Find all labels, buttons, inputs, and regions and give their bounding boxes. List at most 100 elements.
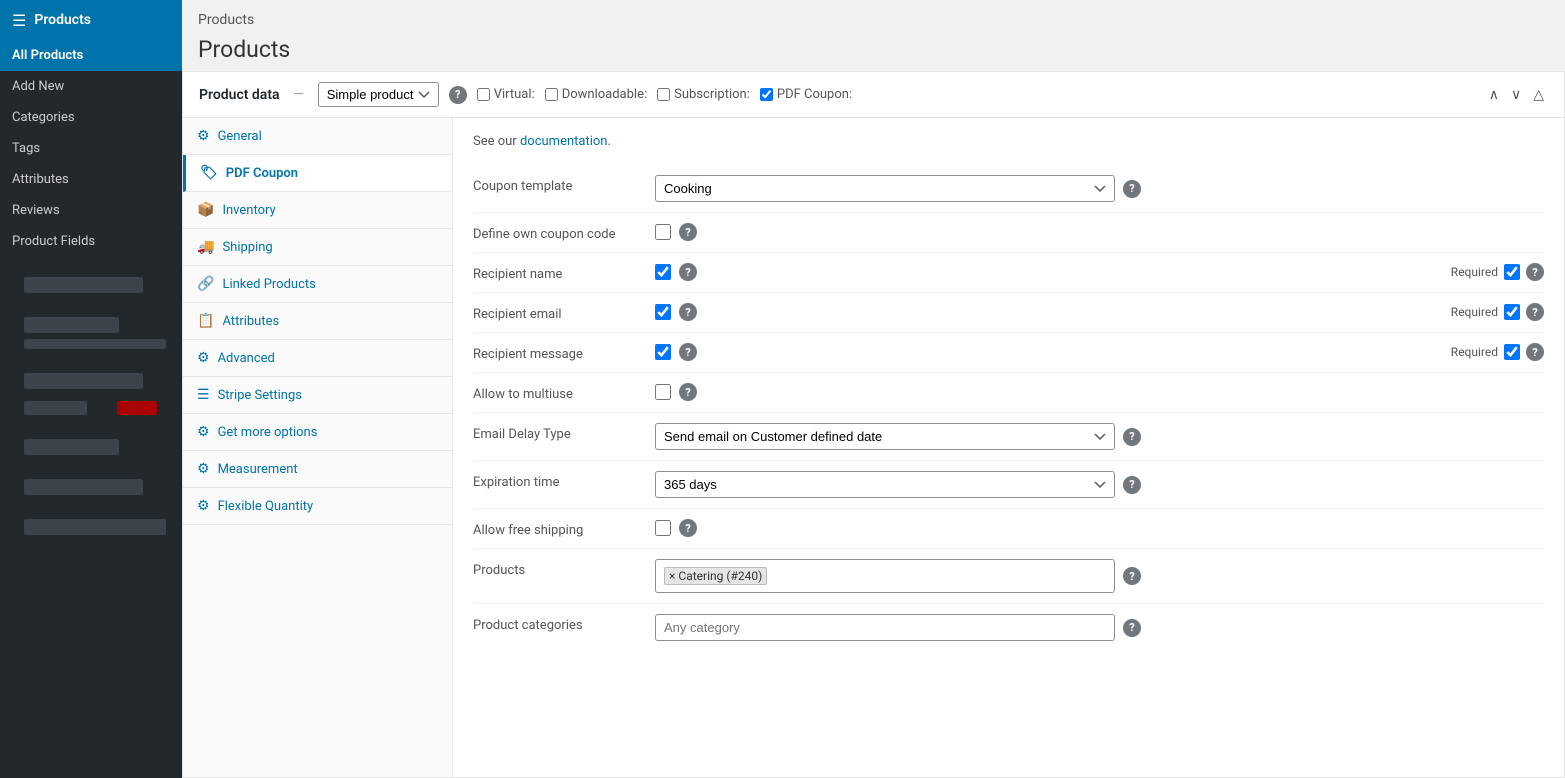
page-title: Products <box>198 32 1549 71</box>
email-delay-type-help-icon[interactable]: ? <box>1123 428 1141 446</box>
linked-products-icon: 🔗 <box>197 276 214 292</box>
sidebar-header: ☰ Products <box>0 0 182 40</box>
documentation-link[interactable]: documentation <box>520 134 608 149</box>
arrow-down-button[interactable]: ∨ <box>1507 84 1525 105</box>
recipient-email-checkbox[interactable] <box>655 304 671 320</box>
recipient-name-required-group: Required ? <box>1451 263 1544 281</box>
advanced-icon: ⚙ <box>197 350 210 366</box>
define-own-coupon-code-help-icon[interactable]: ? <box>679 223 697 241</box>
allow-multiuse-checkbox[interactable] <box>655 384 671 400</box>
allow-free-shipping-control: ? <box>655 519 1544 537</box>
recipient-email-help-icon[interactable]: ? <box>679 303 697 321</box>
product-categories-input[interactable] <box>655 614 1115 641</box>
define-own-coupon-code-control: ? <box>655 223 1544 241</box>
product-type-help-icon[interactable]: ? <box>449 86 467 104</box>
define-own-coupon-code-row: Define own coupon code ? <box>473 213 1544 253</box>
tab-shipping[interactable]: 🚚 Shipping <box>183 229 452 266</box>
pdf-coupon-label[interactable]: PDF Coupon: <box>760 87 852 102</box>
catering-tag: × Catering (#240) <box>664 567 767 585</box>
sidebar-item-reviews[interactable]: Reviews <box>0 195 182 226</box>
measurement-icon: ⚙ <box>197 461 210 477</box>
expiration-time-help-icon[interactable]: ? <box>1123 476 1141 494</box>
general-icon: ⚙ <box>197 128 210 144</box>
sidebar-placeholder-2 <box>0 305 182 361</box>
subscription-checkbox[interactable] <box>657 88 670 101</box>
sidebar-header-title: Products <box>34 12 91 28</box>
pdf-coupon-checkbox[interactable] <box>760 88 773 101</box>
products-tag-input[interactable] <box>771 569 1106 584</box>
recipient-name-checkbox[interactable] <box>655 264 671 280</box>
recipient-email-required-checkbox[interactable] <box>1504 304 1520 320</box>
recipient-email-required-help-icon[interactable]: ? <box>1526 303 1544 321</box>
sidebar-nav: All Products Add New Categories Tags Att… <box>0 40 182 257</box>
tab-linked-products[interactable]: 🔗 Linked Products <box>183 266 452 303</box>
products-tag-input-container[interactable]: × Catering (#240) <box>655 559 1115 593</box>
product-type-select[interactable]: Simple product <box>318 82 439 107</box>
expiration-time-select[interactable]: 365 days <box>655 471 1115 498</box>
recipient-message-help-icon[interactable]: ? <box>679 343 697 361</box>
recipient-message-required-help-icon[interactable]: ? <box>1526 343 1544 361</box>
menu-icon: ☰ <box>12 11 26 30</box>
products-help-icon[interactable]: ? <box>1123 567 1141 585</box>
products-control: × Catering (#240) ? <box>655 559 1544 593</box>
email-delay-type-row: Email Delay Type Send email on Customer … <box>473 413 1544 461</box>
tab-advanced[interactable]: ⚙ Advanced <box>183 340 452 377</box>
pdf-coupon-icon: 🏷 <box>200 165 218 181</box>
define-own-coupon-code-label: Define own coupon code <box>473 223 643 242</box>
sidebar-placeholder-3 <box>0 361 182 427</box>
recipient-message-required-checkbox[interactable] <box>1504 344 1520 360</box>
main-content: Products Products Product data — Simple … <box>182 0 1565 778</box>
products-row: Products × Catering (#240) ? <box>473 549 1544 604</box>
recipient-name-help-icon[interactable]: ? <box>679 263 697 281</box>
arrow-up-button[interactable]: ∧ <box>1485 84 1503 105</box>
recipient-name-required-help-icon[interactable]: ? <box>1526 263 1544 281</box>
define-own-coupon-code-checkbox[interactable] <box>655 224 671 240</box>
attributes-icon: 📋 <box>197 313 214 329</box>
sidebar-item-categories[interactable]: Categories <box>0 102 182 133</box>
downloadable-checkbox[interactable] <box>545 88 558 101</box>
allow-multiuse-help-icon[interactable]: ? <box>679 383 697 401</box>
recipient-message-required-group: Required ? <box>1451 343 1544 361</box>
tab-get-more-options[interactable]: ⚙ Get more options <box>183 414 452 451</box>
doc-link: See our documentation. <box>473 134 1544 149</box>
tab-layout: ⚙ General 🏷 PDF Coupon 📦 Inventory 🚚 Shi… <box>182 118 1565 778</box>
downloadable-label[interactable]: Downloadable: <box>545 87 647 102</box>
tab-attributes[interactable]: 📋 Attributes <box>183 303 452 340</box>
recipient-name-control: ? Required ? <box>655 263 1544 281</box>
tab-measurement[interactable]: ⚙ Measurement <box>183 451 452 488</box>
sidebar-item-all-products[interactable]: All Products <box>0 40 182 71</box>
tab-pdf-coupon[interactable]: 🏷 PDF Coupon <box>183 155 452 192</box>
catering-tag-text: × Catering (#240) <box>669 569 762 583</box>
sidebar-item-tags[interactable]: Tags <box>0 133 182 164</box>
product-categories-help-icon[interactable]: ? <box>1123 619 1141 637</box>
virtual-label[interactable]: Virtual: <box>477 87 535 102</box>
tab-stripe-settings[interactable]: ☰ Stripe Settings <box>183 377 452 414</box>
email-delay-type-control: Send email on Customer defined date ? <box>655 423 1544 450</box>
flexible-quantity-icon: ⚙ <box>197 498 210 514</box>
recipient-email-required-group: Required ? <box>1451 303 1544 321</box>
recipient-email-required-label: Required <box>1451 305 1498 319</box>
allow-free-shipping-checkbox[interactable] <box>655 520 671 536</box>
sidebar-item-add-new[interactable]: Add New <box>0 71 182 102</box>
coupon-template-help-icon[interactable]: ? <box>1123 180 1141 198</box>
sidebar-item-attributes[interactable]: Attributes <box>0 164 182 195</box>
allow-free-shipping-help-icon[interactable]: ? <box>679 519 697 537</box>
tab-inventory[interactable]: 📦 Inventory <box>183 192 452 229</box>
product-data-header: Product data — Simple product ? Virtual:… <box>182 71 1565 118</box>
product-categories-label: Product categories <box>473 614 643 633</box>
recipient-name-required-checkbox[interactable] <box>1504 264 1520 280</box>
sidebar-item-product-fields[interactable]: Product Fields <box>0 226 182 257</box>
breadcrumb: Products <box>198 8 1549 32</box>
virtual-checkbox[interactable] <box>477 88 490 101</box>
recipient-message-checkbox[interactable] <box>655 344 671 360</box>
coupon-template-select[interactable]: Cooking <box>655 175 1115 202</box>
arrow-collapse-button[interactable]: △ <box>1529 84 1548 105</box>
sidebar: ☰ Products All Products Add New Categori… <box>0 0 182 778</box>
subscription-label[interactable]: Subscription: <box>657 87 750 102</box>
tab-general[interactable]: ⚙ General <box>183 118 452 155</box>
allow-multiuse-label: Allow to multiuse <box>473 383 643 402</box>
email-delay-type-select[interactable]: Send email on Customer defined date <box>655 423 1115 450</box>
inventory-icon: 📦 <box>197 202 214 218</box>
tab-flexible-quantity[interactable]: ⚙ Flexible Quantity <box>183 488 452 525</box>
sidebar-placeholder-1 <box>0 265 182 305</box>
